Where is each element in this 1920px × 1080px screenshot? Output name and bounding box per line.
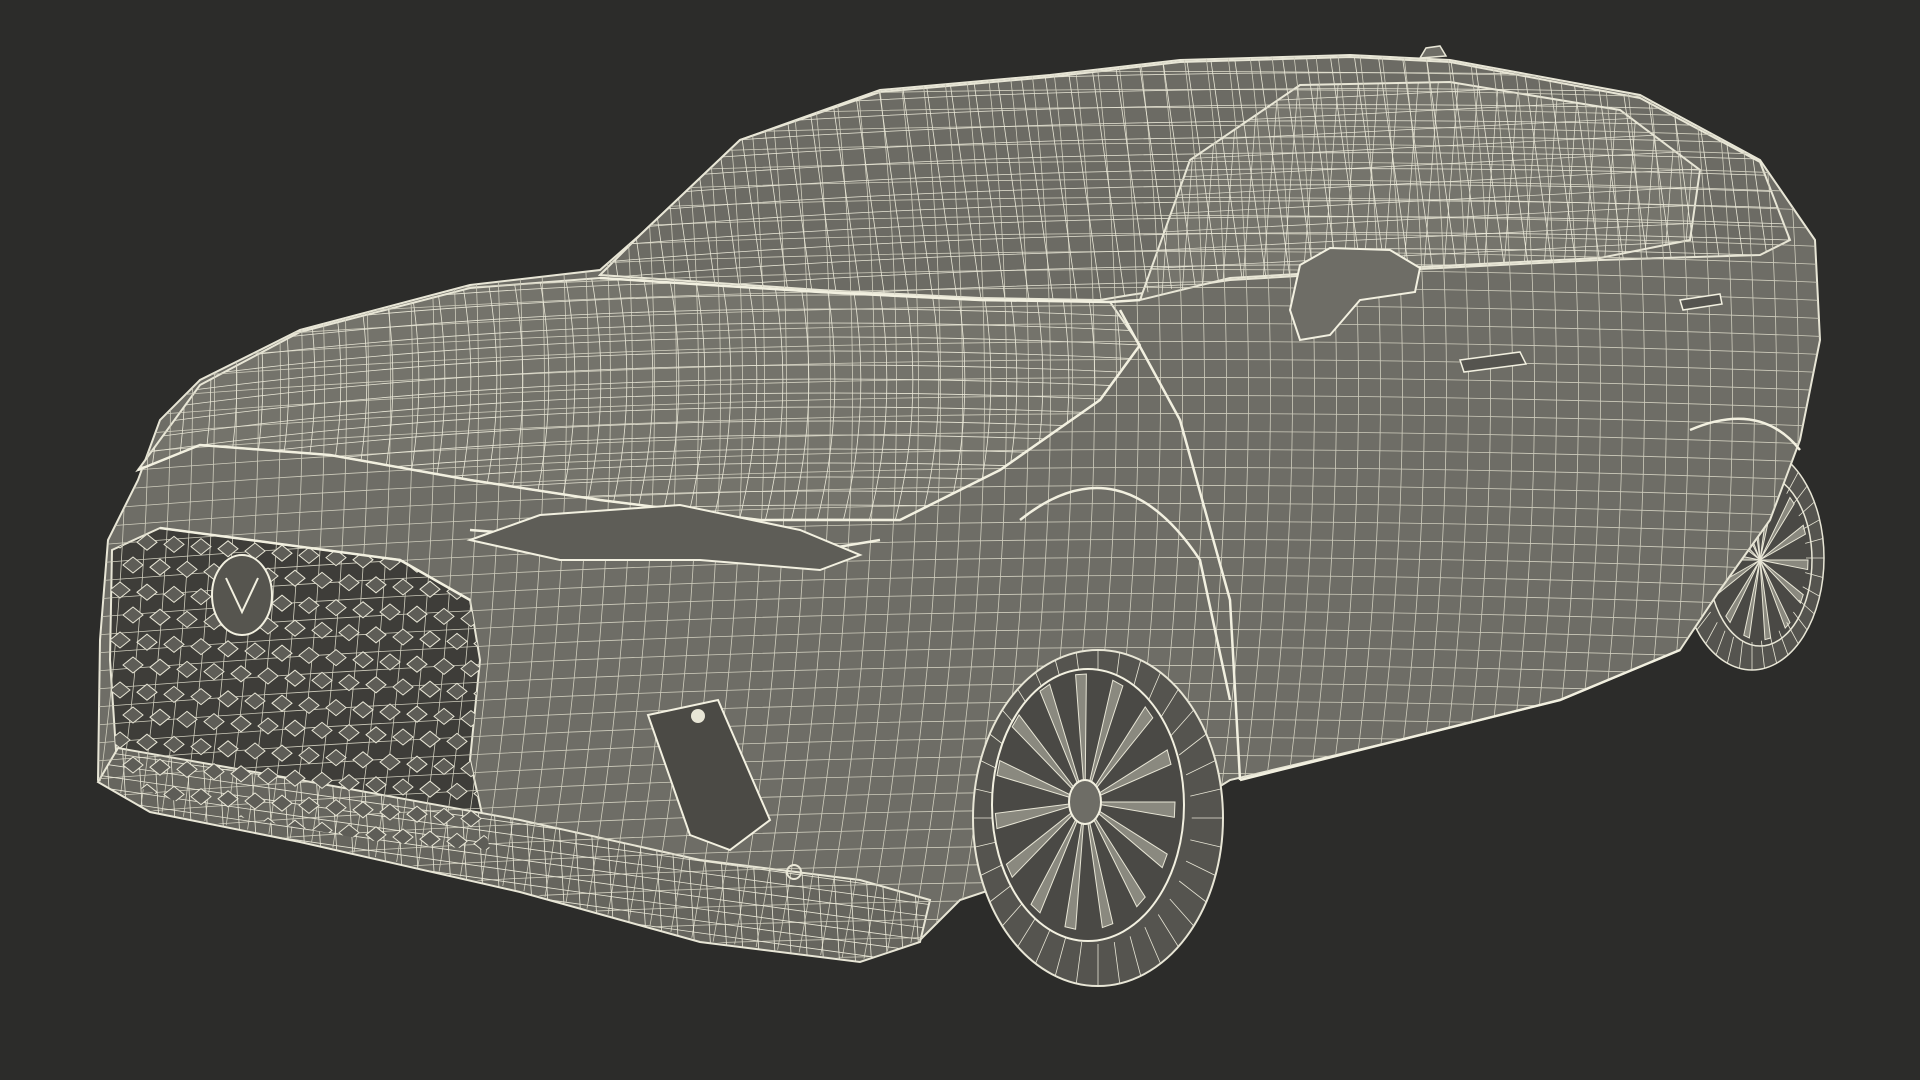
mesh-curve (90, 966, 940, 1080)
mesh-curve (98, 941, 930, 962)
brand-emblem (211, 554, 273, 636)
mesh-curve (98, 55, 105, 960)
mesh-curve (60, 971, 1860, 1016)
render-viewport (0, 0, 1920, 1080)
mesh-curve (1846, 40, 1909, 1000)
mesh-curve (98, 935, 1820, 960)
fog-light (691, 709, 705, 723)
front-wheel (972, 649, 1224, 987)
mesh-curve (98, 953, 930, 962)
mesh-curve (60, 989, 1860, 1034)
wheel-hub (1068, 779, 1102, 825)
roof-antenna (1418, 45, 1448, 59)
grille-element (122, 806, 144, 824)
mesh-curve (1824, 40, 1887, 1000)
mesh-curve (98, 55, 1820, 81)
mesh-curve (98, 899, 1820, 945)
mesh-curve (98, 917, 1820, 960)
mesh-curve (98, 953, 1820, 960)
mesh-curve (20, 40, 83, 1000)
car-wireframe-render (20, 40, 1909, 1080)
